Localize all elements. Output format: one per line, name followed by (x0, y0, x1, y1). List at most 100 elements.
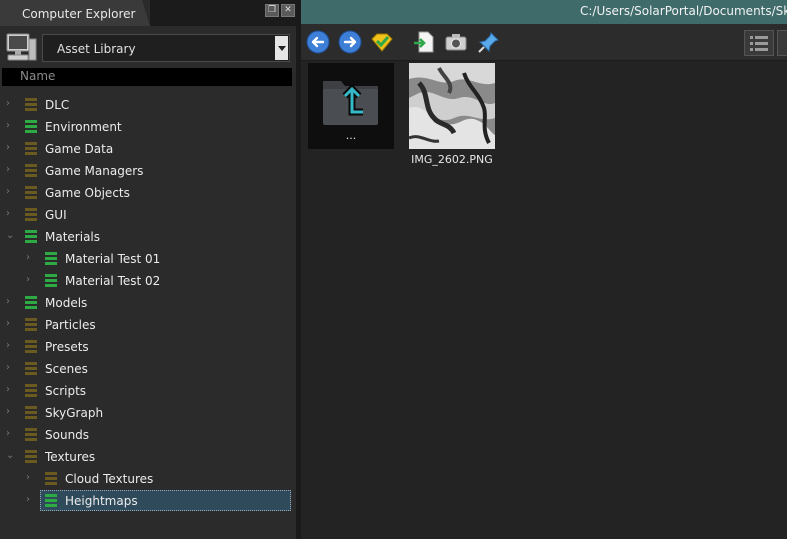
folder-icon (25, 450, 37, 465)
tree-item-label: Cloud Textures (65, 472, 154, 486)
forward-icon[interactable] (338, 30, 362, 54)
chevron-right-icon[interactable]: › (26, 495, 34, 505)
file-browser: C:/Users/SolarPortal/Documents/Sky ... I… (301, 0, 787, 539)
tree-item-label: SkyGraph (45, 406, 104, 420)
chevron-right-icon[interactable]: › (6, 165, 14, 175)
chevron-right-icon[interactable]: › (6, 209, 14, 219)
tree-item-label: Game Managers (45, 164, 144, 178)
folder-icon (25, 406, 37, 421)
favorite-icon[interactable] (370, 30, 394, 54)
tree-item-label: Game Objects (45, 186, 130, 200)
tree-item[interactable]: › Models (0, 292, 296, 314)
tree-item-label: Scripts (45, 384, 87, 398)
folder-icon (25, 230, 37, 245)
tree-column-header[interactable]: Name (2, 68, 292, 86)
folder-icon (25, 362, 37, 377)
folder-icon (25, 186, 37, 201)
tree-item[interactable]: › Cloud Textures (0, 468, 296, 490)
tree-item-label: Game Data (45, 142, 114, 156)
tree-item[interactable]: › Scripts (0, 380, 296, 402)
chevron-right-icon[interactable]: › (6, 363, 14, 373)
file-name: ... (345, 129, 357, 142)
computer-icon (6, 33, 37, 61)
folder-icon (25, 120, 37, 135)
chevron-right-icon[interactable]: › (6, 341, 14, 351)
chevron-right-icon[interactable]: › (6, 385, 14, 395)
view-options-button[interactable] (777, 30, 787, 56)
folder-icon (25, 98, 37, 113)
tree-item[interactable]: › Game Objects (0, 182, 296, 204)
tree-item[interactable]: › Game Managers (0, 160, 296, 182)
tree-item[interactable]: › DLC (0, 94, 296, 116)
current-path: C:/Users/SolarPortal/Documents/Sky (580, 4, 787, 18)
panel-tab[interactable]: Computer Explorer (0, 0, 150, 26)
chevron-right-icon[interactable]: › (6, 99, 14, 109)
folder-icon (25, 384, 37, 399)
chevron-down-icon[interactable] (275, 36, 288, 60)
image-thumbnail (408, 63, 495, 149)
chevron-right-icon[interactable]: › (26, 473, 34, 483)
chevron-down-icon[interactable]: ⌄ (6, 231, 14, 241)
tree-item-label: Environment (45, 120, 122, 134)
tree-column-header-label: Name (20, 69, 56, 83)
tree-item-label: Textures (45, 450, 96, 464)
chevron-right-icon[interactable]: › (6, 319, 14, 329)
tree-item[interactable]: › Game Data (0, 138, 296, 160)
folder-icon (25, 142, 37, 157)
tree-item-label: Material Test 01 (65, 252, 161, 266)
tree-item[interactable]: › Material Test 02 (0, 270, 296, 292)
float-window-button[interactable]: ❐ (265, 4, 279, 17)
file-tile[interactable]: IMG_2602.PNG (408, 63, 495, 166)
import-icon[interactable] (412, 30, 436, 54)
tree-item[interactable]: ⌄ Textures (0, 446, 296, 468)
folder-icon (25, 340, 37, 355)
chevron-right-icon[interactable]: › (6, 297, 14, 307)
chevron-right-icon[interactable]: › (26, 275, 34, 285)
tree-item[interactable]: › Scenes (0, 358, 296, 380)
back-icon[interactable] (306, 30, 330, 54)
list-view-icon[interactable] (744, 30, 774, 56)
tree-item-label: Particles (45, 318, 96, 332)
file-name: IMG_2602.PNG (411, 153, 493, 166)
tree-item[interactable]: › Presets (0, 336, 296, 358)
chevron-down-icon[interactable]: ⌄ (6, 451, 14, 461)
tree-item[interactable]: › Heightmaps (0, 490, 296, 512)
folder-tree: › DLC › Environment › Game Data › Game Managers… (0, 94, 296, 512)
library-dropdown-value: Asset Library (57, 42, 136, 56)
tree-item[interactable]: › Material Test 01 (0, 248, 296, 270)
tree-item-label: GUI (45, 208, 67, 222)
chevron-right-icon[interactable]: › (26, 253, 34, 263)
camera-icon[interactable] (444, 30, 468, 54)
chevron-right-icon[interactable]: › (6, 429, 14, 439)
tree-item-label: Scenes (45, 362, 88, 376)
tree-item[interactable]: › Environment (0, 116, 296, 138)
folder-icon (25, 318, 37, 333)
tree-item[interactable]: › GUI (0, 204, 296, 226)
tree-item-label: Material Test 02 (65, 274, 161, 288)
pin-icon[interactable] (477, 30, 501, 54)
tree-item-label: Sounds (45, 428, 90, 442)
tree-item[interactable]: ⌄ Materials (0, 226, 296, 248)
explorer-panel: Computer Explorer ❐ ✕ Asset Library Name… (0, 0, 296, 539)
tree-item-label: DLC (45, 98, 70, 112)
parent-folder-tile[interactable]: ... (308, 63, 394, 149)
close-panel-button[interactable]: ✕ (281, 4, 295, 17)
folder-icon (45, 252, 57, 267)
folder-icon (45, 472, 57, 487)
folder-icon (45, 274, 57, 289)
chevron-right-icon[interactable]: › (6, 187, 14, 197)
folder-icon (25, 164, 37, 179)
tree-item-label: Models (45, 296, 88, 310)
toolbar (301, 24, 787, 61)
tree-item-label: Heightmaps (65, 494, 138, 508)
chevron-right-icon[interactable]: › (6, 121, 14, 131)
file-grid: ... IMG_2602.PNG (301, 61, 787, 539)
library-dropdown[interactable]: Asset Library (42, 34, 290, 62)
tree-item[interactable]: › SkyGraph (0, 402, 296, 424)
path-bar[interactable]: C:/Users/SolarPortal/Documents/Sky (301, 0, 787, 24)
chevron-right-icon[interactable]: › (6, 143, 14, 153)
folder-icon (25, 428, 37, 443)
chevron-right-icon[interactable]: › (6, 407, 14, 417)
tree-item[interactable]: › Sounds (0, 424, 296, 446)
tree-item[interactable]: › Particles (0, 314, 296, 336)
